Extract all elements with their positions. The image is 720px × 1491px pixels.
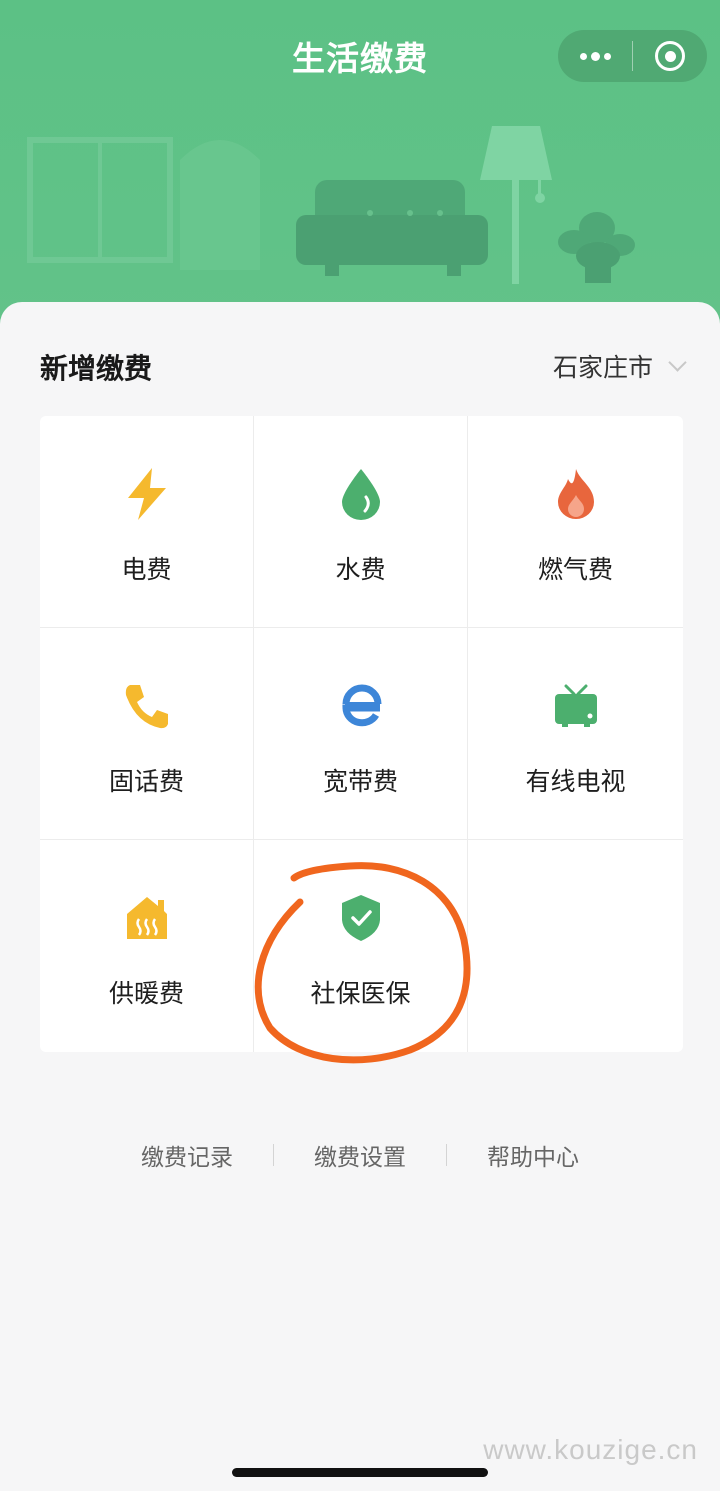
tile-label: 社保医保 (310, 979, 411, 1008)
tile-heating[interactable]: 供暖费 (40, 840, 254, 1052)
footer-links: 缴费记录 缴费设置 帮助中心 (0, 1138, 720, 1172)
watermark-text: www.kouzige.cn (483, 1434, 698, 1465)
tile-electricity[interactable]: 电费 (40, 416, 254, 628)
home-indicator (232, 1468, 488, 1477)
mini-program-capsule (558, 30, 707, 82)
chevron-down-icon (668, 352, 687, 372)
tile-gas[interactable]: 燃气费 (468, 416, 683, 628)
main-card: 新增缴费 石家庄市 电费 水费 燃气费 固话费 宽带费 有线电视 供暖费 社保医… (0, 302, 720, 1491)
tile-broadband[interactable]: 宽带费 (254, 628, 468, 840)
heating-house-icon (119, 890, 175, 946)
city-label: 石家庄市 (552, 353, 653, 382)
tv-icon (548, 678, 604, 734)
city-selector[interactable]: 石家庄市 (552, 348, 687, 384)
tile-label: 固话费 (108, 767, 184, 796)
phone-icon (119, 678, 175, 734)
tile-label: 燃气费 (537, 555, 613, 584)
tile-label: 电费 (121, 555, 172, 584)
payment-grid: 电费 水费 燃气费 固话费 宽带费 有线电视 供暖费 社保医保 (40, 416, 683, 1052)
close-button[interactable] (633, 30, 707, 82)
water-drop-icon (333, 466, 389, 522)
target-close-icon (655, 41, 685, 71)
shield-check-icon (333, 890, 389, 946)
help-center-link[interactable]: 帮助中心 (447, 1138, 619, 1172)
tile-label: 供暖费 (108, 979, 184, 1008)
tile-landline[interactable]: 固话费 (40, 628, 254, 840)
header-banner: 生活缴费 (0, 0, 720, 330)
lightning-icon (119, 466, 175, 522)
tile-label: 水费 (335, 555, 386, 584)
flame-icon (548, 466, 604, 522)
more-dots-icon (579, 51, 611, 61)
tile-label: 宽带费 (322, 767, 398, 796)
more-button[interactable] (558, 30, 632, 82)
tile-label: 有线电视 (525, 767, 626, 796)
payment-settings-link[interactable]: 缴费设置 (274, 1138, 446, 1172)
tile-social-insurance[interactable]: 社保医保 (254, 840, 468, 1052)
broadband-e-icon (333, 678, 389, 734)
tile-empty (468, 840, 683, 1052)
payment-records-link[interactable]: 缴费记录 (101, 1138, 273, 1172)
tile-cable-tv[interactable]: 有线电视 (468, 628, 683, 840)
tile-water[interactable]: 水费 (254, 416, 468, 628)
section-title: 新增缴费 (40, 352, 153, 385)
